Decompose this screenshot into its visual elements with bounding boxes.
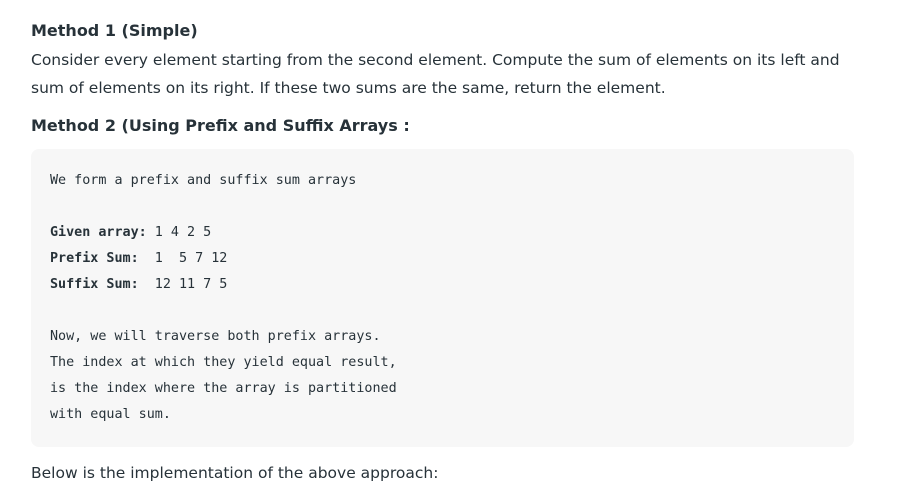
explanation-line-1: Now, we will traverse both prefix arrays…: [50, 329, 381, 344]
suffix-sum-value: 12 11 7 5: [138, 277, 228, 292]
prefix-sum-label: Prefix Sum:: [50, 251, 139, 266]
given-array-value: 1 4 2 5: [146, 225, 212, 240]
suffix-sum-label: Suffix Sum:: [50, 277, 139, 292]
code-intro-line: We form a prefix and suffix sum arrays: [50, 173, 357, 188]
method-1-heading: Method 1 (Simple): [31, 21, 198, 40]
suffix-sum-line: Suffix Sum: 12 11 7 5: [50, 276, 227, 294]
code-block: We form a prefix and suffix sum arrays G…: [31, 149, 854, 447]
method-1-description: Consider every element starting from the…: [31, 51, 840, 97]
method-2-heading: Method 2 (Using Prefix and Suffix Arrays…: [31, 116, 410, 135]
explanation-line-3: is the index where the array is partitio…: [50, 381, 397, 396]
explanation-line-2: The index at which they yield equal resu…: [50, 355, 397, 370]
implementation-intro: Below is the implementation of the above…: [31, 464, 439, 482]
explanation-line-4: with equal sum.: [50, 407, 171, 422]
prefix-sum-value: 1 5 7 12: [138, 251, 228, 266]
prefix-sum-line: Prefix Sum: 1 5 7 12: [50, 250, 227, 268]
given-array-label: Given array:: [50, 225, 147, 240]
given-array-line: Given array: 1 4 2 5: [50, 224, 211, 242]
